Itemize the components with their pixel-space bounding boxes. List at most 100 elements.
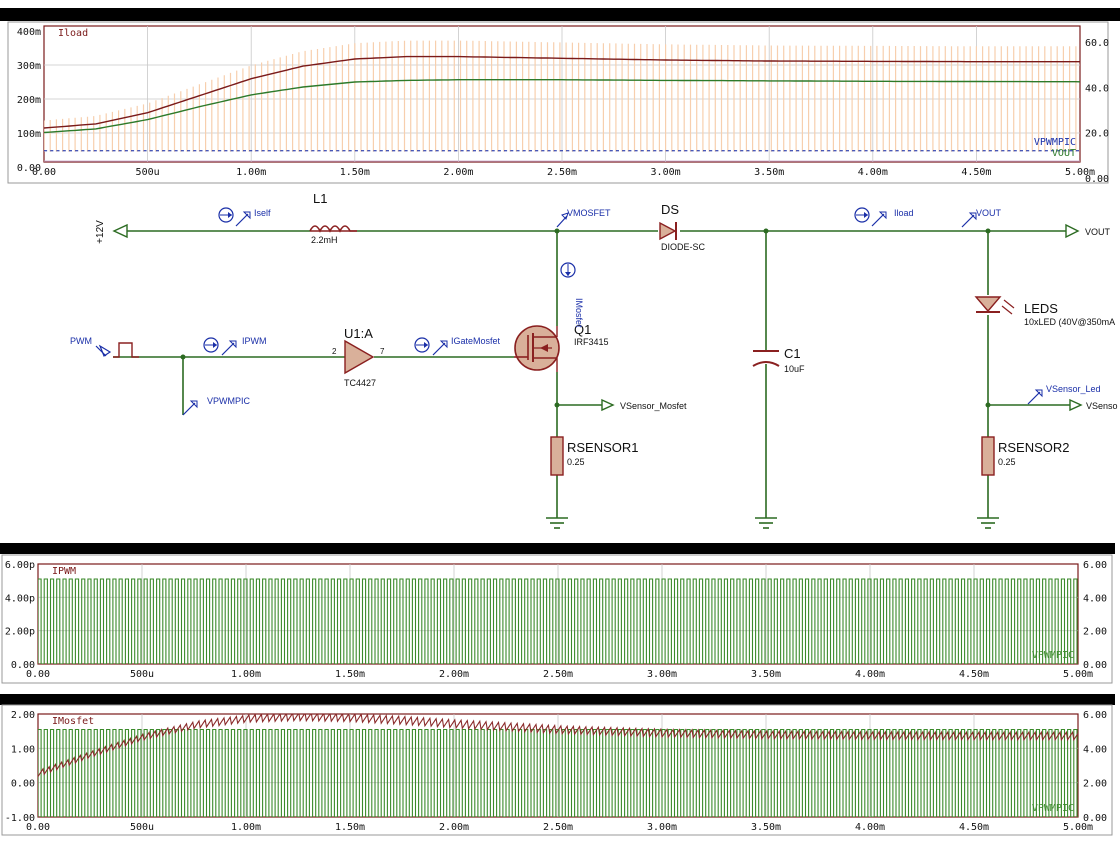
u1-value: TC4427	[344, 378, 376, 388]
legend-right-item: VPWMPIC	[1032, 803, 1074, 814]
x-tick-label: 4.50m	[959, 669, 989, 680]
x-tick-label: 1.00m	[231, 669, 261, 680]
legend-right-item: VPWMPIC	[1034, 137, 1076, 148]
y-tick-label-left: 2.00	[11, 710, 35, 721]
imosfet-vpwmpic-plot[interactable]: 0.00 500u 1.00m 1.50m 2.00m 2.50m 3.00m 3.50m 4.…	[1, 704, 1113, 836]
x-tick-label: 2.00m	[439, 669, 469, 680]
rsensor2-name: RSENSOR2	[998, 440, 1070, 455]
x-tick-label: 2.00m	[439, 822, 469, 833]
led-string[interactable]: LEDS 10xLED (40V@350mA	[974, 296, 1115, 327]
x-tick-label: 500u	[130, 822, 154, 833]
rsensor1-value: 0.25	[567, 457, 585, 467]
igate-label: IGateMosfet	[451, 336, 501, 346]
x-tick-label: 4.00m	[855, 822, 885, 833]
y-tick-label-right: 2.00	[1083, 627, 1107, 638]
pwm-source[interactable]: PWM	[70, 336, 139, 358]
ds-name: DS	[661, 202, 679, 217]
simulation-view: 0.00 500u 1.00m 1.50m 2.00m 2.50m 3.00m 3.50m 4.…	[1, 21, 1118, 836]
x-tick-label: 3.50m	[754, 167, 784, 178]
y-tick-label-right: 4.00	[1083, 593, 1107, 604]
probe-igate[interactable]: IGateMosfet	[414, 336, 501, 356]
y-tick-label-left: 300m	[17, 61, 41, 72]
l1-value: 2.2mH	[311, 235, 338, 245]
x-tick-label: 4.00m	[855, 669, 885, 680]
l1-name: L1	[313, 191, 327, 206]
x-tick-label: 4.00m	[858, 167, 888, 178]
probe-vpwmpic[interactable]: VPWMPIC	[182, 396, 251, 416]
x-tick-label: 1.50m	[335, 822, 365, 833]
vout-terminal-label: VOUT	[1085, 227, 1111, 237]
resistor-rsensor1[interactable]: RSENSOR1 0.25	[550, 436, 639, 476]
x-tick-label: 2.50m	[547, 167, 577, 178]
y-tick-label-right: 60.0	[1085, 38, 1109, 49]
vpwmpic-trace	[38, 728, 1078, 817]
mosfet-q1[interactable]: Q1 IRF3415	[514, 322, 609, 372]
y-tick-label-left: 200m	[17, 95, 41, 106]
y-tick-label-right: 6.00	[1083, 710, 1107, 721]
y-tick-label-left: 400m	[17, 27, 41, 38]
leds-value: 10xLED (40V@350mA	[1024, 317, 1115, 327]
y-tick-label-right: 0.00	[1083, 813, 1107, 824]
vsensor-led-label: VSensor_Led	[1046, 384, 1101, 394]
inductor-l1[interactable]: L1 2.2mH	[309, 191, 357, 245]
x-tick-label: 3.50m	[751, 669, 781, 680]
imosfet-label: IMosfet	[574, 298, 584, 328]
diode-ds[interactable]: DS DIODE-SC	[659, 202, 706, 252]
x-tick-label: 3.00m	[647, 822, 677, 833]
iload-vout-plot[interactable]: 0.00 500u 1.00m 1.50m 2.00m 2.50m 3.00m 3.50m 4.…	[7, 21, 1109, 185]
legend-right-item: VOUT	[1052, 148, 1076, 159]
ground-symbols	[546, 517, 999, 529]
probe-ipwm[interactable]: IPWM	[203, 336, 267, 356]
probe-imosfet[interactable]: IMosfet	[560, 262, 584, 328]
u1-pin-in: 2	[332, 347, 337, 356]
x-tick-label: 2.50m	[543, 669, 573, 680]
supply-label: +12V	[95, 220, 106, 244]
y-tick-label-left: 100m	[17, 129, 41, 140]
vsensor-mosfet-label: VSensor_Mosfet	[620, 401, 687, 411]
y-tick-label-right: 2.00	[1083, 779, 1107, 790]
x-tick-label: 2.50m	[543, 822, 573, 833]
x-tick-label: 1.50m	[335, 669, 365, 680]
c1-value: 10uF	[784, 364, 805, 374]
rsensor2-value: 0.25	[998, 457, 1016, 467]
legend-left: IPWM	[52, 566, 76, 577]
x-tick-label: 4.50m	[961, 167, 991, 178]
resistor-rsensor2[interactable]: RSENSOR2 0.25	[981, 436, 1070, 476]
y-tick-label-right: 20.0	[1085, 129, 1109, 140]
vout-label: VOUT	[976, 208, 1002, 218]
legend-left: IMosfet	[52, 716, 94, 727]
vmosfet-label: VMOSFET	[567, 208, 611, 218]
probe-iload[interactable]: Iload	[854, 207, 914, 227]
y-tick-label-left: 0.00	[11, 779, 35, 790]
x-tick-label: 3.50m	[751, 822, 781, 833]
u1-pin-out: 7	[380, 347, 385, 356]
supply-terminal: +12V	[95, 220, 128, 244]
x-tick-label: 500u	[130, 669, 154, 680]
probe-vmosfet[interactable]: VMOSFET	[556, 208, 611, 228]
schematic: +12V L1 2.2mH DS DIODE-SC Q1 IRF3415 U1:…	[70, 191, 1118, 529]
leds-name: LEDS	[1024, 301, 1058, 316]
probe-vout[interactable]: VOUT	[961, 208, 1002, 228]
c1-name: C1	[784, 346, 801, 361]
ds-value: DIODE-SC	[661, 242, 706, 252]
y-tick-label-right: 6.00	[1083, 560, 1107, 571]
x-tick-label: 3.00m	[651, 167, 681, 178]
vpwmpic-label: VPWMPIC	[207, 396, 251, 406]
legend-left: Iload	[58, 28, 88, 39]
x-tick-label: 1.00m	[231, 822, 261, 833]
x-tick-label: 1.00m	[236, 167, 266, 178]
probe-iself[interactable]: Iself	[218, 207, 271, 227]
junctions	[180, 228, 991, 408]
output-terminals	[601, 223, 1083, 412]
ipwm-vpwmpic-plot[interactable]: 0.00 500u 1.00m 1.50m 2.00m 2.50m 3.00m 3.50m 4.…	[1, 554, 1113, 684]
y-tick-label-right: 0.00	[1083, 660, 1107, 671]
y-tick-label-left: -1.00	[5, 813, 35, 824]
vsenso-label: VSenso	[1086, 401, 1118, 411]
ipwm-label: IPWM	[242, 336, 267, 346]
y-tick-label-left: 2.00p	[5, 627, 35, 638]
y-tick-label-right: 4.00	[1083, 744, 1107, 755]
y-tick-label-left: 4.00p	[5, 593, 35, 604]
q1-value: IRF3415	[574, 337, 609, 347]
wires	[113, 230, 1070, 518]
capacitor-c1[interactable]: C1 10uF	[752, 346, 805, 374]
